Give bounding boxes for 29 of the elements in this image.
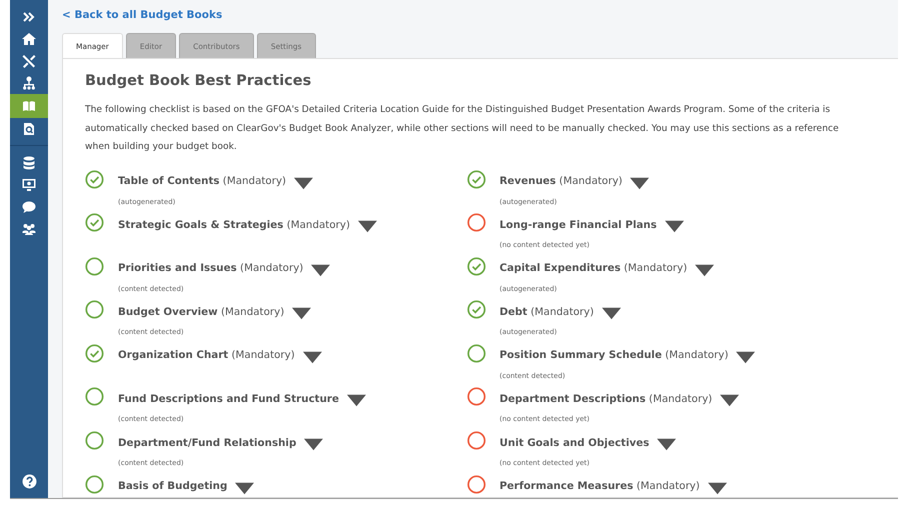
intro-text: The following checklist is based on the GFOA's Detailed Criteria Location Guide for the Distinguished Budget Presentation Awards Program. Some of the criteria is automatically checked based on ClearGov's Budget Book Analyzer, while other sections will need to be manually checked. You may use this sections as a reference when building your budget book. bbox=[85, 103, 840, 154]
criterion-title: Performance Measures (Mandatory) bbox=[500, 480, 700, 492]
home-icon bbox=[22, 32, 36, 46]
criterion-title: Organization Chart (Mandatory) bbox=[118, 349, 295, 362]
criterion-title: Table of Contents (Mandatory) bbox=[118, 175, 286, 187]
criterion-title: Strategic Goals & Strategies (Mandatory) bbox=[118, 218, 350, 231]
chat-icon bbox=[22, 200, 36, 214]
criterion-title: Capital Expenditures (Mandatory) bbox=[500, 262, 688, 274]
criterion-title: Department Descriptions (Mandatory) bbox=[500, 392, 712, 405]
org-icon bbox=[22, 76, 36, 90]
monitor-icon bbox=[22, 178, 36, 192]
page-heading: Budget Book Best Practices bbox=[85, 73, 312, 89]
database-icon bbox=[22, 156, 36, 170]
book-icon bbox=[22, 99, 36, 113]
criterion-title: Fund Descriptions and Fund Structure bbox=[118, 392, 339, 405]
criterion-title: Revenues (Mandatory) bbox=[500, 175, 622, 187]
expand-icon bbox=[22, 10, 36, 24]
criterion-title: Debt (Mandatory) bbox=[500, 306, 594, 318]
criterion-title: Long-range Financial Plans bbox=[500, 218, 657, 231]
users-icon bbox=[22, 222, 36, 236]
criterion-title: Basis of Budgeting bbox=[118, 480, 228, 492]
help-icon[interactable] bbox=[22, 474, 36, 488]
criterion-title: Priorities and Issues (Mandatory) bbox=[118, 262, 304, 274]
criterion-title: Position Summary Schedule (Mandatory) bbox=[500, 349, 728, 362]
doc-search-icon bbox=[22, 122, 36, 136]
criterion-title: Budget Overview (Mandatory) bbox=[118, 306, 284, 318]
criterion-title: Unit Goals and Objectives bbox=[500, 436, 650, 449]
back-link[interactable]: < Back to all Budget Books bbox=[62, 9, 222, 21]
criterion-title: Department/Fund Relationship bbox=[118, 436, 296, 449]
